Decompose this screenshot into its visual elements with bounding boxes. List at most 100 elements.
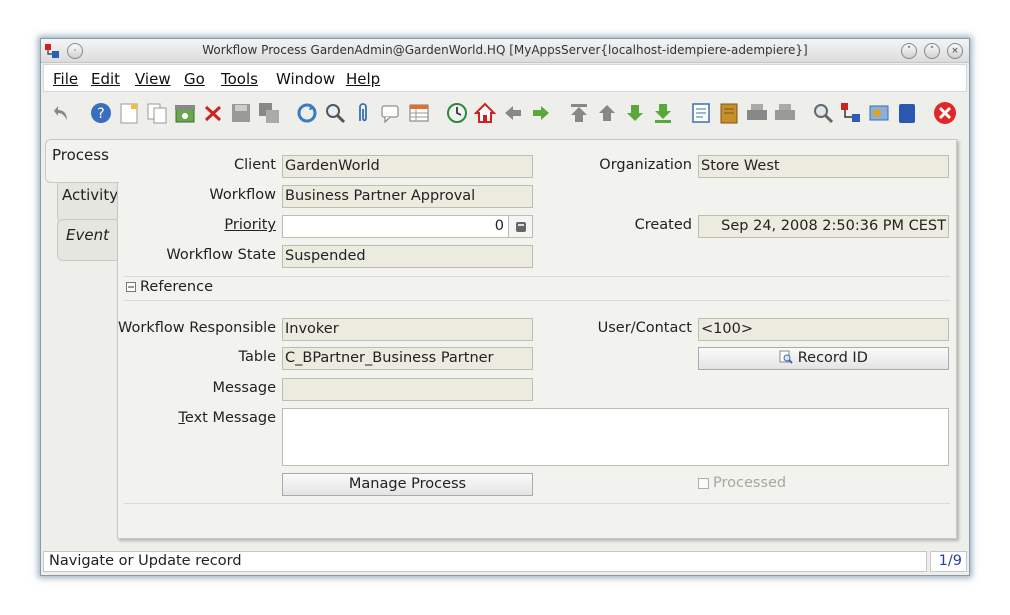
menu-help-label: Help <box>346 70 381 88</box>
tab-activity-label: Activity <box>62 186 119 204</box>
client-label: Client <box>234 157 276 173</box>
record-count[interactable]: 1/9 <box>930 551 967 572</box>
workflow-responsible-field: Invoker <box>282 318 533 341</box>
priority-value: 0 <box>494 218 504 234</box>
history-icon[interactable] <box>445 101 469 125</box>
menu-edit-label: Edit <box>91 70 121 88</box>
back-icon[interactable] <box>501 101 525 125</box>
menu-view[interactable]: View <box>135 70 171 88</box>
calculator-icon <box>515 221 526 232</box>
close-button[interactable]: × <box>947 43 963 59</box>
print-preview-icon[interactable] <box>773 101 797 125</box>
section-divider <box>124 300 950 301</box>
toolbar: ? <box>43 95 967 133</box>
find-icon[interactable] <box>323 101 347 125</box>
zoom-icon <box>779 350 793 364</box>
menu-bar: File Edit View Go Tools Window Help <box>43 64 967 92</box>
previous-record-icon[interactable] <box>595 101 619 125</box>
tab-event-label: Event <box>66 226 109 244</box>
svg-text:?: ? <box>97 106 104 122</box>
exit-icon[interactable] <box>933 101 957 125</box>
record-id-button[interactable]: Record ID <box>698 347 949 370</box>
user-contact-label: User/Contact <box>597 320 692 336</box>
new-record-icon[interactable] <box>117 101 141 125</box>
tab-activity[interactable]: Activity <box>57 179 119 223</box>
maximize-button[interactable]: ˄ <box>924 43 940 59</box>
menu-go[interactable]: Go <box>184 70 205 88</box>
processed-label: Processed <box>713 475 787 491</box>
attachment-icon[interactable] <box>351 101 375 125</box>
product-info-icon[interactable] <box>867 101 891 125</box>
next-record-icon[interactable] <box>623 101 647 125</box>
first-record-icon[interactable] <box>567 101 591 125</box>
save-icon[interactable] <box>229 101 253 125</box>
client-field: GardenWorld <box>282 155 533 178</box>
copy-record-icon[interactable] <box>145 101 169 125</box>
workflow-responsible-label: Workflow Responsible <box>118 320 277 336</box>
section-divider <box>124 503 950 504</box>
forward-icon[interactable] <box>529 101 553 125</box>
multi-record-icon[interactable] <box>257 101 281 125</box>
calculator-button[interactable] <box>508 216 532 237</box>
help-icon[interactable]: ? <box>89 101 113 125</box>
processed-checkbox[interactable]: Processed <box>698 475 786 491</box>
chat-icon[interactable] <box>379 101 403 125</box>
menu-window[interactable]: Window <box>276 70 335 88</box>
menu-tools-label: Tools <box>221 70 258 88</box>
organization-label: Organization <box>599 157 692 173</box>
menu-help[interactable]: Help <box>346 70 380 88</box>
menu-tools[interactable]: Tools <box>221 70 258 88</box>
table-field: C_BPartner_Business Partner <box>282 347 533 370</box>
refresh-icon[interactable] <box>295 101 319 125</box>
message-label: Message <box>212 380 276 396</box>
workflow-label: Workflow <box>209 187 276 203</box>
undo-icon[interactable] <box>51 101 75 125</box>
archive-icon[interactable] <box>173 101 197 125</box>
report-icon[interactable] <box>689 101 713 125</box>
request-icon[interactable] <box>839 101 863 125</box>
print-icon[interactable] <box>745 101 769 125</box>
menu-edit[interactable]: Edit <box>91 70 120 88</box>
delete-icon[interactable] <box>201 101 225 125</box>
text-message-label-rest: ext Message <box>184 410 276 426</box>
app-window: · Workflow Process GardenAdmin@GardenWor… <box>40 38 970 576</box>
window-title: Workflow Process GardenAdmin@GardenWorld… <box>202 43 808 57</box>
user-contact-field: <100> <box>698 318 949 341</box>
title-bar: · Workflow Process GardenAdmin@GardenWor… <box>41 39 969 63</box>
last-record-icon[interactable] <box>651 101 675 125</box>
grid-toggle-icon[interactable] <box>407 101 431 125</box>
priority-label: Priority <box>224 217 276 233</box>
zoom-across-icon[interactable] <box>811 101 835 125</box>
checkbox-box <box>698 477 709 489</box>
reference-section-toggle[interactable]: Reference <box>126 279 213 295</box>
message-field <box>282 378 533 401</box>
section-divider <box>124 276 950 277</box>
organization-field: Store West <box>698 155 949 178</box>
table-label: Table <box>238 349 277 365</box>
minimize-button[interactable]: ˅ <box>901 43 917 59</box>
tab-event[interactable]: Event <box>57 219 117 261</box>
tab-process[interactable]: Process <box>45 139 119 183</box>
menu-view-label: View <box>135 70 171 88</box>
manage-process-button[interactable]: Manage Process <box>282 473 533 496</box>
text-message-input[interactable] <box>282 408 949 466</box>
menu-file[interactable]: File <box>53 70 78 88</box>
menu-go-label: Go <box>184 70 205 88</box>
workflow-state-label: Workflow State <box>166 247 276 263</box>
workflow-state-field: Suspended <box>282 245 533 268</box>
created-label: Created <box>634 217 692 233</box>
status-bar: Navigate or Update record <box>43 551 927 572</box>
tab-strip: Process Activity Event <box>45 139 119 549</box>
menu-file-label: File <box>53 70 79 88</box>
workflow-icon[interactable] <box>895 101 919 125</box>
archived-documents-icon[interactable] <box>717 101 741 125</box>
record-id-label: Record ID <box>797 350 868 366</box>
reference-section-label: Reference <box>140 279 214 295</box>
priority-input[interactable]: 0 <box>282 215 533 238</box>
text-message-label: Text Message <box>118 410 277 426</box>
tab-process-label: Process <box>52 146 109 164</box>
record-panel: Client GardenWorld Organization Store We… <box>117 139 957 539</box>
home-icon[interactable] <box>473 101 497 125</box>
created-field: Sep 24, 2008 2:50:36 PM CEST <box>698 215 949 238</box>
workflow-field: Business Partner Approval <box>282 185 533 208</box>
